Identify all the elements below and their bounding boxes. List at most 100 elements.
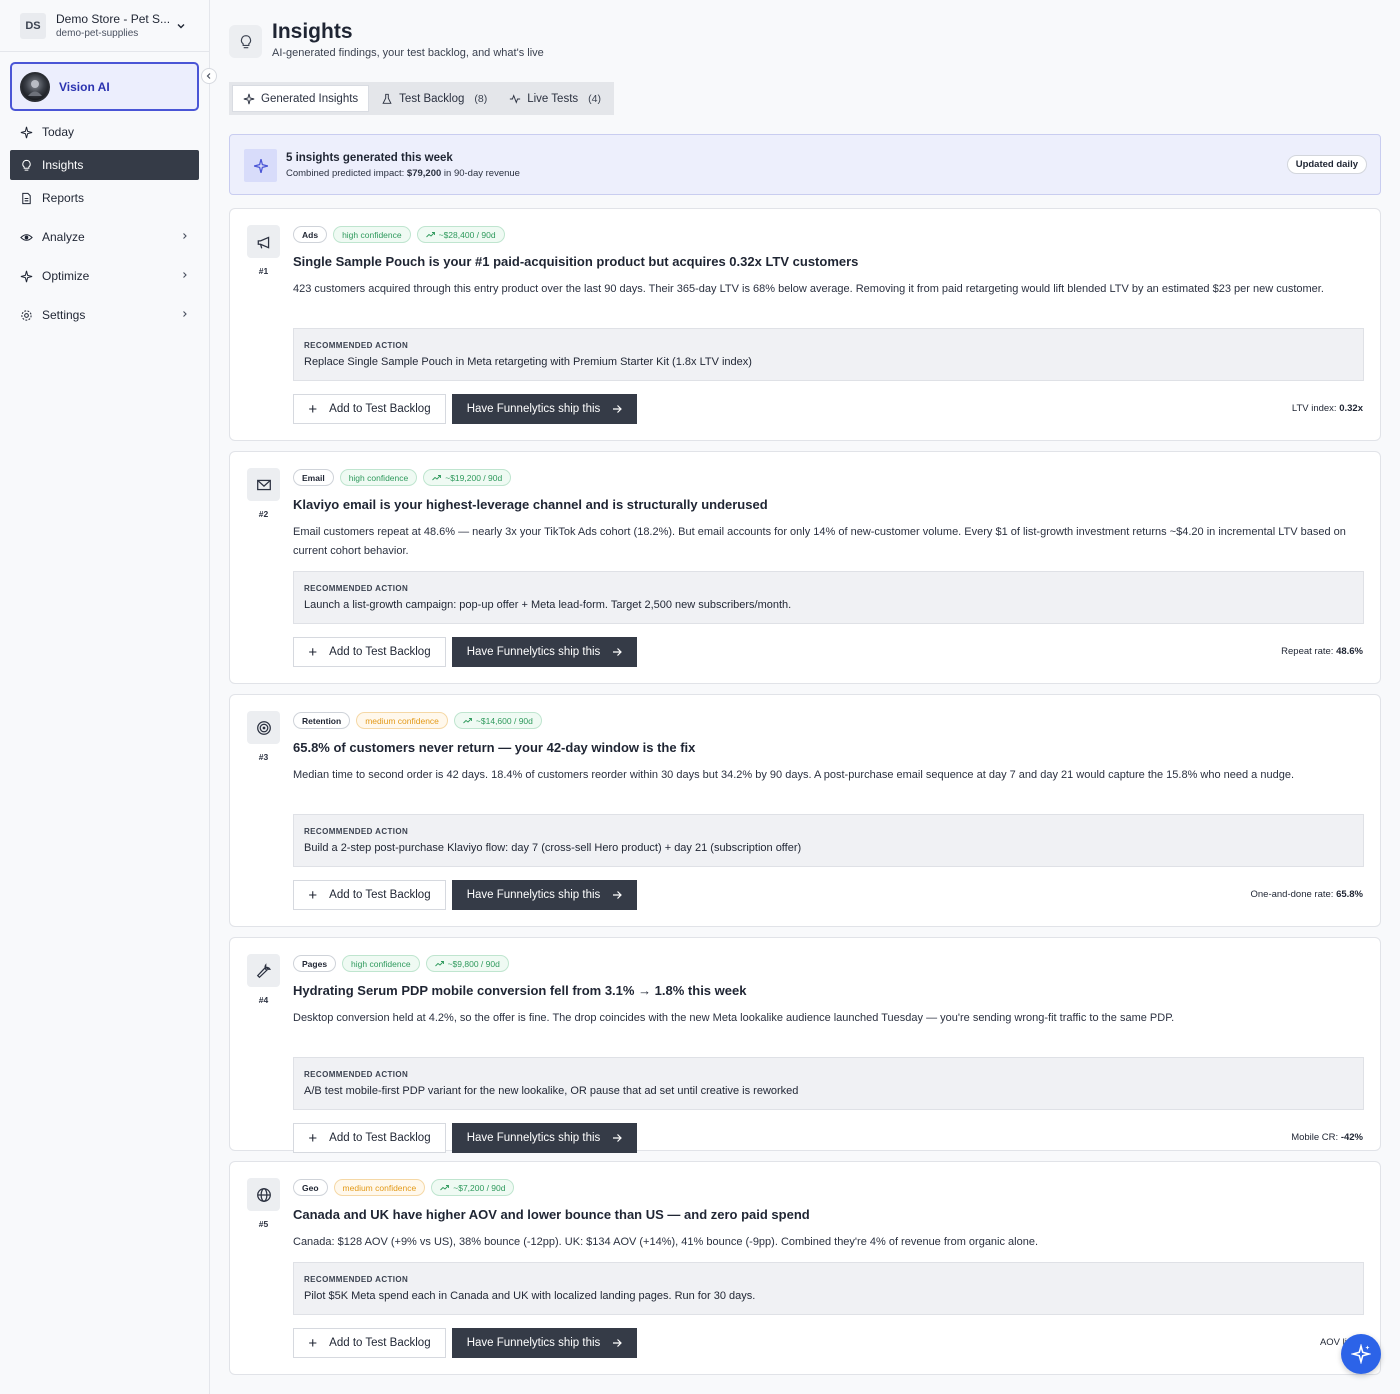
confidence-badge: high confidence bbox=[342, 955, 420, 972]
insight-card: #1 Ads high confidence ~$28,400 / 90d Si… bbox=[229, 208, 1381, 441]
revenue-badge: ~$28,400 / 90d bbox=[416, 226, 505, 243]
recommended-action: RECOMMENDED ACTION Replace Single Sample… bbox=[293, 328, 1364, 381]
insight-rank: #4 bbox=[258, 995, 269, 1005]
tab-label: Live Tests bbox=[527, 92, 579, 105]
plus-icon: + bbox=[308, 1129, 318, 1147]
revenue-badge: ~$14,600 / 90d bbox=[453, 712, 542, 729]
category-badge: Retention bbox=[293, 712, 351, 729]
key-metric: Repeat rate: 48.6% bbox=[1281, 646, 1363, 657]
add-to-test-backlog-button[interactable]: + Add to Test Backlog bbox=[293, 1123, 446, 1153]
add-to-test-backlog-button[interactable]: + Add to Test Backlog bbox=[293, 1328, 446, 1358]
insight-rank: #5 bbox=[258, 1219, 269, 1229]
recommended-action-label: RECOMMENDED ACTION bbox=[304, 584, 409, 593]
insight-description: 423 customers acquired through this entr… bbox=[293, 283, 1324, 295]
megaphone-icon bbox=[247, 225, 280, 258]
nav-item-reports[interactable]: Reports bbox=[10, 183, 199, 213]
recommended-action-text: Launch a list-growth campaign: pop-up of… bbox=[304, 599, 792, 611]
sparkles-icon bbox=[19, 125, 33, 139]
recommended-action: RECOMMENDED ACTION Build a 2-step post-p… bbox=[293, 814, 1364, 867]
sparkles-icon bbox=[19, 269, 33, 283]
tab-test-backlog[interactable]: Test Backlog (8) bbox=[371, 85, 497, 112]
recommended-action-text: Replace Single Sample Pouch in Meta reta… bbox=[304, 356, 752, 368]
nav-item-today[interactable]: Today bbox=[10, 117, 199, 147]
insight-card: #2 Email high confidence ~$19,200 / 90d … bbox=[229, 451, 1381, 684]
store-slug: demo-pet-supplies bbox=[56, 28, 139, 39]
avatar bbox=[20, 71, 50, 102]
add-to-test-backlog-button[interactable]: + Add to Test Backlog bbox=[293, 637, 446, 667]
store-switcher[interactable]: DS Demo Store - Pet S... demo-pet-suppli… bbox=[0, 0, 209, 52]
chevron-right-icon bbox=[181, 269, 189, 284]
insight-description: Median time to second order is 42 days. … bbox=[293, 769, 1295, 781]
nav-item-optimize[interactable]: Optimize bbox=[10, 261, 199, 291]
insight-title: 65.8% of customers never return — your 4… bbox=[293, 740, 696, 755]
trending-up-icon bbox=[434, 960, 444, 967]
plus-icon: + bbox=[308, 886, 318, 904]
flask-icon bbox=[381, 93, 393, 105]
arrow-right-icon bbox=[612, 890, 623, 900]
have-funnelytics-ship-button[interactable]: Have Funnelytics ship this bbox=[452, 880, 637, 910]
have-funnelytics-ship-button[interactable]: Have Funnelytics ship this bbox=[452, 394, 637, 424]
revenue-badge: ~$9,800 / 90d bbox=[425, 955, 509, 972]
document-icon bbox=[19, 191, 33, 205]
lightbulb-icon bbox=[229, 25, 262, 58]
insight-rank: #3 bbox=[258, 752, 269, 762]
store-avatar: DS bbox=[20, 12, 46, 39]
eye-icon bbox=[19, 230, 33, 244]
vision-ai-button[interactable]: Vision AI bbox=[10, 62, 199, 111]
chevron-down-icon[interactable] bbox=[173, 18, 189, 34]
sparkles-icon bbox=[243, 93, 255, 105]
insight-title: Single Sample Pouch is your #1 paid-acqu… bbox=[293, 254, 859, 269]
nav-label: Reports bbox=[42, 191, 85, 205]
have-funnelytics-ship-button[interactable]: Have Funnelytics ship this bbox=[452, 1328, 637, 1358]
collapse-sidebar-button[interactable] bbox=[201, 68, 217, 84]
insight-description: Desktop conversion held at 4.2%, so the … bbox=[293, 1012, 1175, 1024]
nav-label: Today bbox=[42, 125, 75, 139]
insight-description: Email customers repeat at 48.6% — nearly… bbox=[293, 526, 1346, 557]
category-badge: Geo bbox=[293, 1179, 328, 1196]
plus-icon: + bbox=[308, 1334, 318, 1352]
add-to-test-backlog-button[interactable]: + Add to Test Backlog bbox=[293, 394, 446, 424]
insight-card: #5 Geo medium confidence ~$7,200 / 90d C… bbox=[229, 1161, 1381, 1375]
arrow-right-icon bbox=[612, 1338, 623, 1348]
have-funnelytics-ship-button[interactable]: Have Funnelytics ship this bbox=[452, 1123, 637, 1153]
insight-title: Hydrating Serum PDP mobile conversion fe… bbox=[293, 983, 747, 998]
nav-label: Settings bbox=[42, 308, 86, 322]
category-badge: Pages bbox=[293, 955, 337, 972]
banner-subtitle: Combined predicted impact: $79,200 in 90… bbox=[286, 168, 520, 179]
insight-description: Canada: $128 AOV (+9% vs US), 38% bounce… bbox=[293, 1236, 1039, 1248]
chevron-right-icon bbox=[181, 308, 189, 323]
nav-item-insights[interactable]: Insights bbox=[10, 150, 199, 180]
arrow-right-icon bbox=[612, 1133, 623, 1143]
page-subtitle: AI-generated findings, your test backlog… bbox=[272, 47, 544, 59]
recommended-action-text: A/B test mobile-first PDP variant for th… bbox=[304, 1085, 799, 1097]
arrow-right-icon bbox=[612, 404, 623, 414]
confidence-badge: medium confidence bbox=[333, 1179, 426, 1196]
confidence-badge: high confidence bbox=[339, 469, 418, 486]
sparkles-icon bbox=[244, 149, 277, 182]
vision-ai-label: Vision AI bbox=[59, 79, 110, 94]
tab-generated-insights[interactable]: Generated Insights bbox=[232, 85, 370, 112]
add-to-test-backlog-button[interactable]: + Add to Test Backlog bbox=[293, 880, 446, 910]
trending-up-icon bbox=[463, 717, 472, 724]
trending-up-icon bbox=[425, 231, 435, 238]
tab-bar: Generated Insights Test Backlog (8) Live… bbox=[229, 82, 614, 115]
recommended-action: RECOMMENDED ACTION Pilot $5K Meta spend … bbox=[293, 1262, 1364, 1315]
have-funnelytics-ship-button[interactable]: Have Funnelytics ship this bbox=[452, 637, 637, 667]
category-badge: Ads bbox=[293, 226, 328, 243]
banner-title: 5 insights generated this week bbox=[286, 152, 453, 164]
nav-item-analyze[interactable]: Analyze bbox=[10, 222, 199, 252]
ai-assistant-button[interactable] bbox=[1341, 1334, 1381, 1374]
updated-badge: Updated daily bbox=[1286, 155, 1367, 174]
recommended-action: RECOMMENDED ACTION Launch a list-growth … bbox=[293, 571, 1364, 624]
globe-icon bbox=[247, 1178, 280, 1211]
insight-card: #4 Pages high confidence ~$9,800 / 90d H… bbox=[229, 937, 1381, 1153]
recommended-action-label: RECOMMENDED ACTION bbox=[304, 1070, 409, 1079]
tab-live-tests[interactable]: Live Tests (4) bbox=[499, 85, 611, 112]
nav-item-settings[interactable]: Settings bbox=[10, 300, 199, 330]
key-metric: One-and-done rate: 65.8% bbox=[1250, 889, 1364, 900]
trending-up-icon bbox=[432, 474, 442, 481]
insight-rank: #2 bbox=[258, 509, 269, 519]
tab-count: (8) bbox=[474, 92, 488, 105]
nav-label: Insights bbox=[42, 158, 84, 172]
page-title: Insights bbox=[272, 20, 353, 43]
